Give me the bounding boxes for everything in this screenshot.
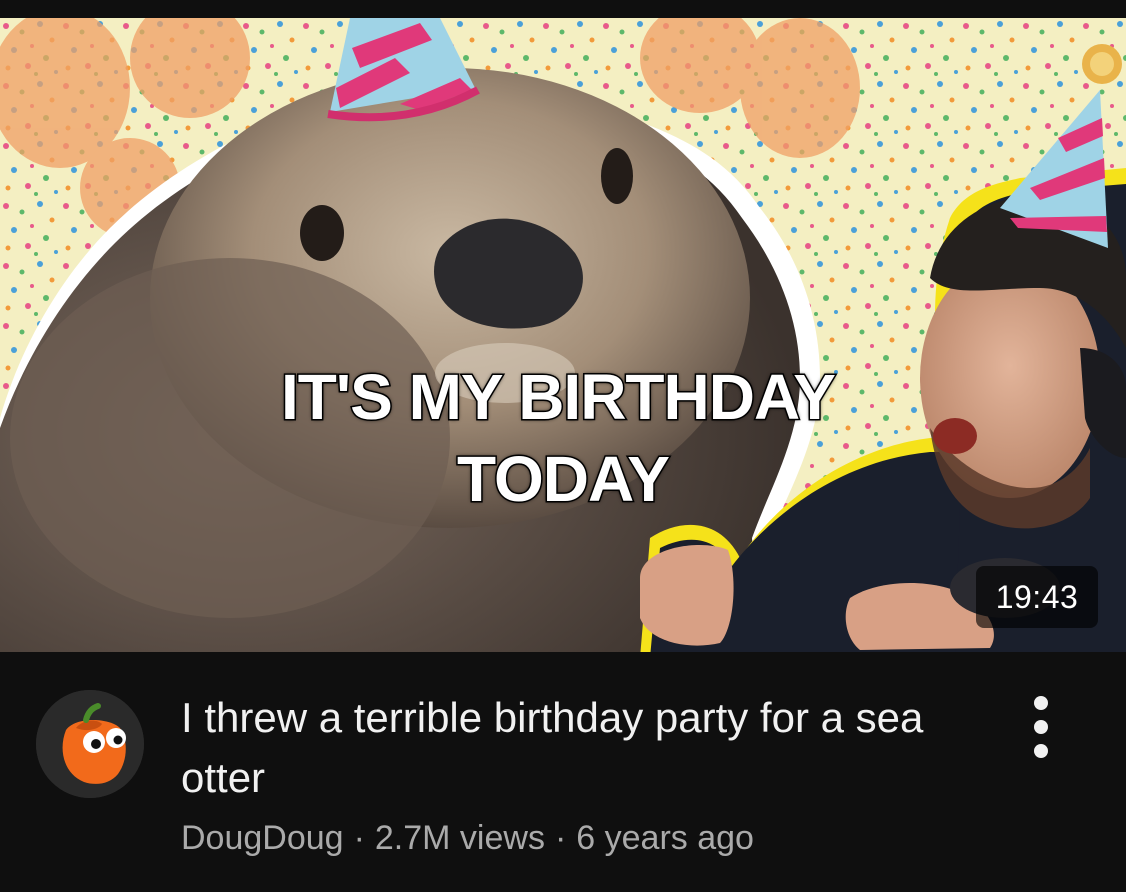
- top-strip: [0, 0, 1126, 18]
- duration-badge: 19:43: [976, 566, 1098, 628]
- otter-eye-right: [601, 148, 633, 204]
- otter-eye-left: [300, 205, 344, 261]
- bell-pepper-avatar-icon: [36, 690, 144, 798]
- video-card[interactable]: IT'S MY BIRTHDAY TODAY 19:43 I threw a t…: [0, 0, 1126, 892]
- streamer-mouth: [933, 418, 977, 454]
- channel-name[interactable]: DougDoug: [181, 819, 344, 857]
- more-vertical-icon: [1034, 696, 1048, 710]
- thumbnail-illustration: [0, 18, 1126, 652]
- upload-age: 6 years ago: [576, 819, 754, 857]
- more-vertical-icon: [1034, 744, 1048, 758]
- video-info: I threw a terrible birthday party for a …: [0, 652, 1126, 892]
- more-options-button[interactable]: [1018, 692, 1064, 762]
- video-thumbnail[interactable]: IT'S MY BIRTHDAY TODAY: [0, 18, 1126, 652]
- channel-avatar[interactable]: [36, 690, 144, 798]
- video-metadata: DougDoug · 2.7M views · 6 years ago: [181, 816, 754, 860]
- meta-separator: ·: [353, 819, 365, 857]
- fist: [640, 545, 734, 646]
- view-count: 2.7M views: [374, 819, 545, 857]
- video-title[interactable]: I threw a terrible birthday party for a …: [181, 688, 981, 808]
- more-vertical-icon: [1034, 720, 1048, 734]
- meta-separator: ·: [554, 819, 567, 857]
